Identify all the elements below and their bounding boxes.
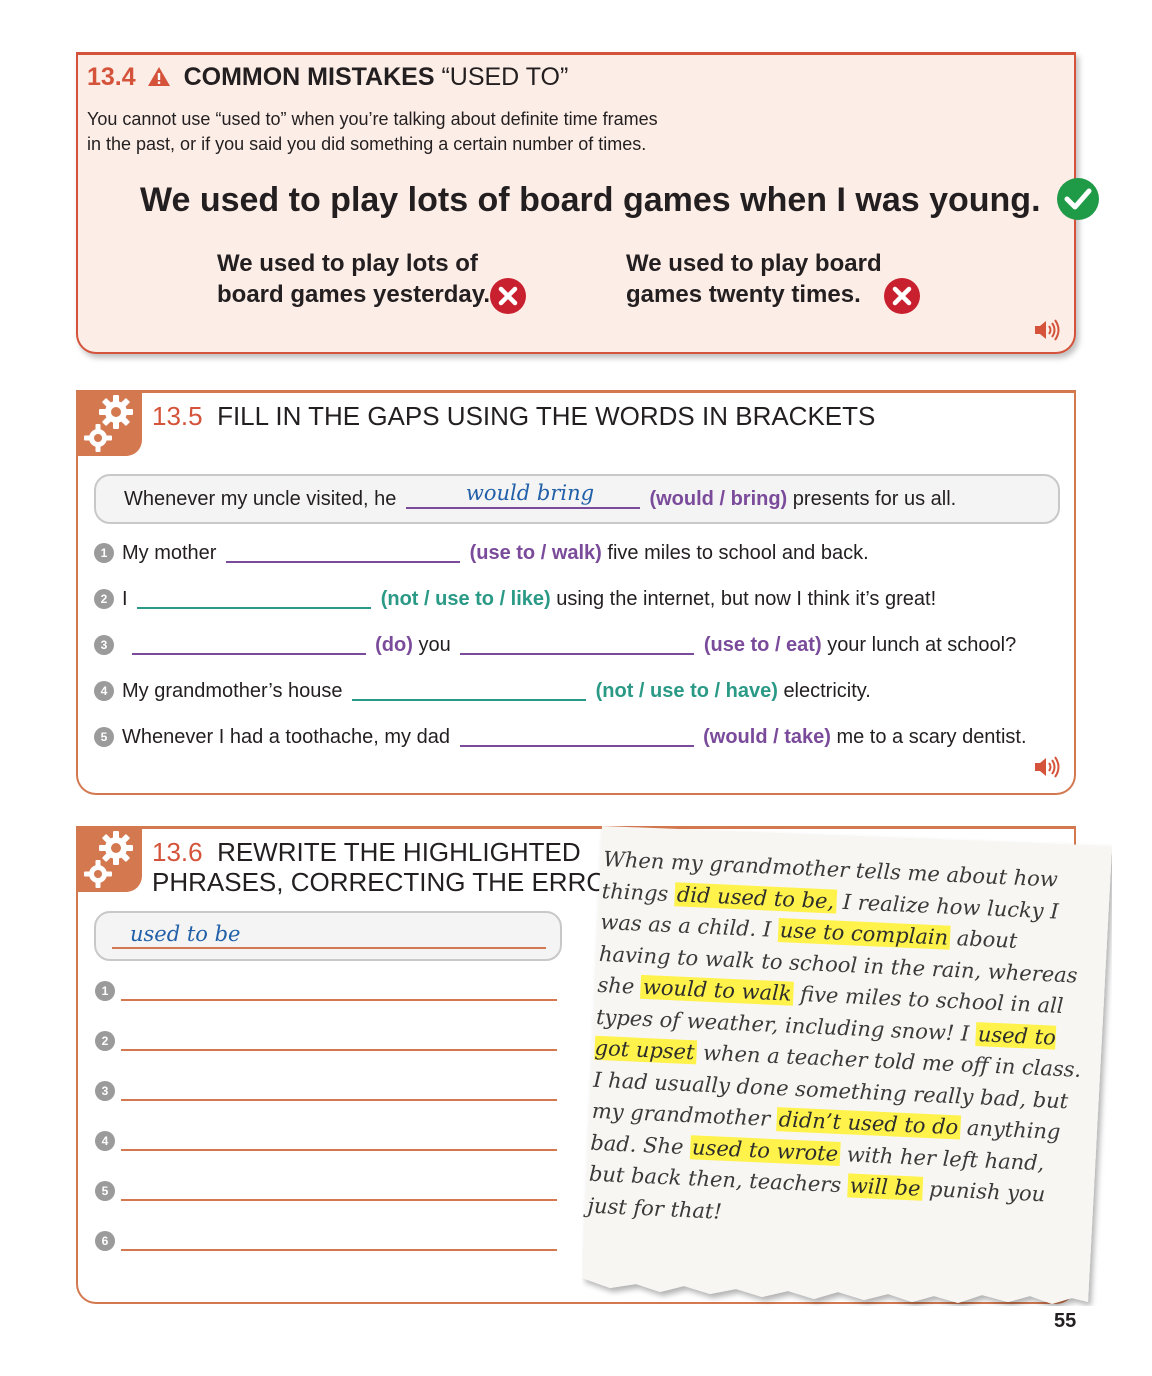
wrong-sentence-line: We used to play lots of [217,250,478,277]
item-number: 2 [95,1031,115,1051]
exercise-item: 4 My grandmother’s house (not / use to / … [94,680,871,703]
bracket-prompt: (would / bring) [649,488,788,510]
wrong-example: We used to play board games twenty times… [626,248,882,310]
bracket-prompt: (not / use to / like) [380,588,551,610]
gear-icon [84,395,133,452]
section-number: 13.4 [87,63,136,91]
x-circle-icon [884,278,920,314]
exercise-tab [76,826,142,892]
x-circle-icon [490,278,526,314]
bracket-prompt: (use to / walk) [469,542,602,564]
answer-line[interactable] [121,1049,557,1051]
answer-line[interactable] [121,999,557,1001]
section-heading: 13.5 FILL IN THE GAPS USING THE WORDS IN… [152,401,875,432]
sentence-text: Whenever my uncle visited, he [124,488,397,510]
exercise-item: 3 (do) you (use to / eat) your lunch at … [94,634,1016,657]
section-title: FILL IN THE GAPS USING THE WORDS IN BRAC… [217,401,876,431]
item-number: 5 [94,727,114,747]
answer-gap[interactable] [131,635,366,655]
wrong-example: We used to play lots of board games yest… [217,248,490,310]
exercise-tab [76,390,142,456]
example-sentence: Whenever my uncle visited, he would brin… [94,474,1060,524]
section-title: PHRASES, CORRECTING THE ERRORS [152,867,643,897]
intro-line: in the past, or if you said you did some… [87,134,647,154]
section-title-quote: “USED TO” [441,63,569,91]
wrong-sentence-line: We used to play board [626,250,882,277]
section-title: COMMON MISTAKES [183,63,435,91]
correct-sentence: We used to play lots of board games when… [140,181,1041,219]
example-answer: used to be [130,922,241,946]
section-number: 13.6 [152,837,203,867]
sentence-text: Whenever I had a toothache, my dad [122,726,450,748]
item-number: 3 [95,1081,115,1101]
answer-line[interactable] [121,1249,557,1251]
bracket-prompt: (do) [375,634,413,656]
answer-line[interactable] [121,1149,557,1151]
answer-gap: would bring [405,481,640,509]
answer-gap[interactable] [137,589,372,609]
sentence-text: you [418,634,451,656]
example-answer: would bring [465,481,595,505]
exercise-item: 2I (not / use to / like) using the inter… [94,588,936,611]
common-mistakes-panel: 13.4 COMMON MISTAKES “USED TO” You canno… [76,52,1099,354]
item-number: 5 [95,1181,115,1201]
answer-line[interactable] [121,1199,557,1201]
item-number: 4 [94,681,114,701]
highlighted-phrase: used to wrote [689,1134,841,1166]
answer-gap[interactable] [459,727,694,747]
sentence-text: electricity. [783,680,871,702]
item-number: 6 [95,1231,115,1251]
intro-text: You cannot use “used to” when you’re tal… [87,107,727,157]
item-number: 1 [94,543,114,563]
fill-gaps-panel: 13.5 FILL IN THE GAPS USING THE WORDS IN… [76,390,1076,795]
wrong-sentence-line: board games yesterday. [217,281,491,308]
sentence-text: using the internet, but now I think it’s… [556,588,937,610]
page-number: 55 [1054,1310,1077,1332]
item-number: 4 [95,1131,115,1151]
handwritten-note: When my grandmother tells me about how t… [582,826,1112,1306]
example-answer-box: used to be [94,911,562,961]
gear-icon [84,831,133,888]
section-heading: 13.4 COMMON MISTAKES “USED TO” [87,63,568,92]
sentence-text: me to a scary dentist. [836,726,1027,748]
section-heading: 13.6 REWRITE THE HIGHLIGHTED PHRASES, CO… [152,837,643,897]
speaker-icon[interactable] [1033,755,1061,779]
sentence-text: My grandmother’s house [122,680,343,702]
answer-gap[interactable] [226,543,461,563]
bracket-prompt: (not / use to / have) [595,680,778,702]
highlighted-phrase: didn’t used to do [776,1107,961,1140]
check-circle-icon [1056,178,1099,220]
speaker-icon[interactable] [1033,318,1061,342]
highlighted-phrase: will be [847,1173,923,1201]
highlighted-phrase: use to complain [777,917,951,950]
sentence-text: I [122,588,128,610]
exercise-item: 1 My mother (use to / walk) five miles to… [94,542,869,565]
wrong-sentence-line: games twenty times. [626,281,861,308]
answer-gap[interactable] [460,635,695,655]
bracket-prompt: (would / take) [703,726,831,748]
sentence-text: presents for us all. [792,488,957,510]
exercise-item: 5 Whenever I had a toothache, my dad (wou… [94,726,1027,749]
highlighted-phrase: did used to be, [674,881,837,914]
item-number: 1 [95,981,115,1001]
correct-example: We used to play lots of board games when… [140,177,1100,221]
item-number: 2 [94,589,114,609]
note-text: When my grandmother tells me about how t… [587,844,1094,1244]
bracket-prompt: (use to / eat) [703,634,822,656]
answer-line[interactable] [121,1099,557,1101]
sentence-text: your lunch at school? [827,634,1017,656]
section-number: 13.5 [152,401,203,431]
section-title: REWRITE THE HIGHLIGHTED [217,837,581,867]
answer-gap[interactable] [352,681,587,701]
item-number: 3 [94,635,114,655]
sentence-text: My mother [122,542,217,564]
sentence-text: five miles to school and back. [607,542,869,564]
warning-triangle-icon [147,67,170,86]
intro-line: You cannot use “used to” when you’re tal… [87,109,658,129]
highlighted-phrase: would to walk [640,974,795,1006]
